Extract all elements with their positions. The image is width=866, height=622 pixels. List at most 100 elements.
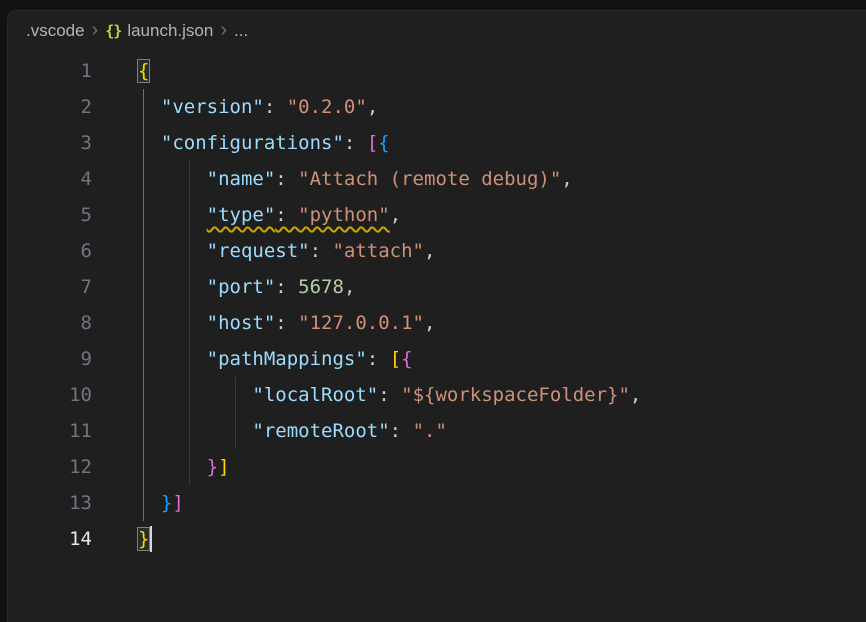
indent-whitespace	[138, 456, 207, 478]
code-token: "type"	[207, 204, 276, 226]
code-line-content[interactable]: "pathMappings": [{	[138, 341, 413, 377]
line-number[interactable]: 8	[8, 305, 92, 341]
code-token: "127.0.0.1"	[298, 312, 424, 334]
code-line[interactable]: 1{	[8, 53, 866, 89]
indent-guide	[189, 341, 190, 377]
indent-guide	[143, 413, 144, 449]
indent-whitespace	[138, 96, 161, 118]
code-token: }	[161, 492, 172, 514]
line-number[interactable]: 14	[8, 521, 92, 557]
indent-whitespace	[138, 240, 207, 262]
line-number[interactable]: 7	[8, 269, 92, 305]
code-line-content[interactable]: "version": "0.2.0",	[138, 89, 378, 125]
code-token: {	[138, 60, 149, 82]
code-line-content[interactable]: }]	[138, 449, 230, 485]
indent-guide	[143, 341, 144, 377]
indent-whitespace	[138, 132, 161, 154]
indent-guide	[143, 377, 144, 413]
code-token: "request"	[207, 240, 310, 262]
code-line[interactable]: 6 "request": "attach",	[8, 233, 866, 269]
line-number[interactable]: 3	[8, 125, 92, 161]
json-file-icon: {}	[105, 22, 121, 40]
code-line[interactable]: 4 "name": "Attach (remote debug)",	[8, 161, 866, 197]
code-token: [	[390, 348, 401, 370]
code-token: ,	[390, 204, 401, 226]
code-line-content[interactable]: "configurations": [{	[138, 125, 390, 161]
editor-lines: 1{2 "version": "0.2.0",3 "configurations…	[8, 53, 866, 557]
code-line[interactable]: 10 "localRoot": "${workspaceFolder}",	[8, 377, 866, 413]
code-token: :	[275, 168, 298, 190]
line-number[interactable]: 6	[8, 233, 92, 269]
code-token: "version"	[161, 96, 264, 118]
breadcrumb-file[interactable]: {} launch.json	[105, 21, 213, 41]
code-token: ,	[424, 312, 435, 334]
indent-guide	[143, 485, 144, 521]
code-token: ,	[424, 240, 435, 262]
code-line[interactable]: 5 "type": "python",	[8, 197, 866, 233]
indent-guide	[189, 449, 190, 485]
code-line-content[interactable]: }]	[138, 485, 184, 521]
code-token: 5678	[298, 276, 344, 298]
code-token: "configurations"	[161, 132, 344, 154]
code-line[interactable]: 14}	[8, 521, 866, 557]
indent-whitespace	[138, 204, 207, 226]
code-token: "."	[413, 420, 447, 442]
code-line[interactable]: 8 "host": "127.0.0.1",	[8, 305, 866, 341]
indent-whitespace	[138, 348, 207, 370]
editor-panel: .vscode › {} launch.json › ... 1{2 "vers…	[7, 10, 866, 622]
code-line-content[interactable]: "type": "python",	[138, 197, 401, 233]
code-token: "${workspaceFolder}"	[401, 384, 630, 406]
indent-guide	[143, 269, 144, 305]
indent-guide	[143, 449, 144, 485]
code-token: :	[275, 204, 298, 226]
chevron-right-icon: ›	[220, 20, 227, 40]
line-number[interactable]: 5	[8, 197, 92, 233]
code-token: ]	[172, 492, 183, 514]
code-line[interactable]: 7 "port": 5678,	[8, 269, 866, 305]
code-token: :	[367, 348, 390, 370]
code-line-content[interactable]: "host": "127.0.0.1",	[138, 305, 435, 341]
code-token: ,	[344, 276, 355, 298]
line-number[interactable]: 12	[8, 449, 92, 485]
code-line[interactable]: 13 }]	[8, 485, 866, 521]
line-number[interactable]: 13	[8, 485, 92, 521]
line-number[interactable]: 10	[8, 377, 92, 413]
code-line[interactable]: 3 "configurations": [{	[8, 125, 866, 161]
line-number[interactable]: 11	[8, 413, 92, 449]
code-token: :	[275, 276, 298, 298]
breadcrumb-folder[interactable]: .vscode	[26, 21, 85, 41]
code-token: "port"	[207, 276, 276, 298]
indent-guide	[235, 377, 236, 413]
code-line-content[interactable]: "request": "attach",	[138, 233, 435, 269]
code-line-content[interactable]: "localRoot": "${workspaceFolder}",	[138, 377, 641, 413]
code-token: }	[138, 528, 149, 550]
code-line-content[interactable]: }	[138, 521, 149, 557]
indent-guide	[235, 413, 236, 449]
code-token: ,	[561, 168, 572, 190]
line-number[interactable]: 2	[8, 89, 92, 125]
indent-guide	[143, 233, 144, 269]
indent-guide	[189, 269, 190, 305]
code-token: :	[275, 312, 298, 334]
code-line[interactable]: 2 "version": "0.2.0",	[8, 89, 866, 125]
code-token: }	[207, 456, 218, 478]
line-number[interactable]: 9	[8, 341, 92, 377]
code-token: :	[264, 96, 287, 118]
code-line-content[interactable]: {	[138, 53, 149, 89]
line-number[interactable]: 4	[8, 161, 92, 197]
indent-guide	[189, 413, 190, 449]
code-token: "0.2.0"	[287, 96, 367, 118]
code-token: :	[390, 420, 413, 442]
code-line-content[interactable]: "name": "Attach (remote debug)",	[138, 161, 573, 197]
code-line[interactable]: 11 "remoteRoot": "."	[8, 413, 866, 449]
breadcrumb-symbol-more[interactable]: ...	[234, 21, 248, 41]
code-line[interactable]: 9 "pathMappings": [{	[8, 341, 866, 377]
code-token: "host"	[207, 312, 276, 334]
code-line-content[interactable]: "remoteRoot": "."	[138, 413, 447, 449]
breadcrumb: .vscode › {} launch.json › ...	[8, 11, 866, 51]
code-token: "python"	[298, 204, 390, 226]
line-number[interactable]: 1	[8, 53, 92, 89]
code-line-content[interactable]: "port": 5678,	[138, 269, 355, 305]
code-token: ,	[367, 96, 378, 118]
code-line[interactable]: 12 }]	[8, 449, 866, 485]
